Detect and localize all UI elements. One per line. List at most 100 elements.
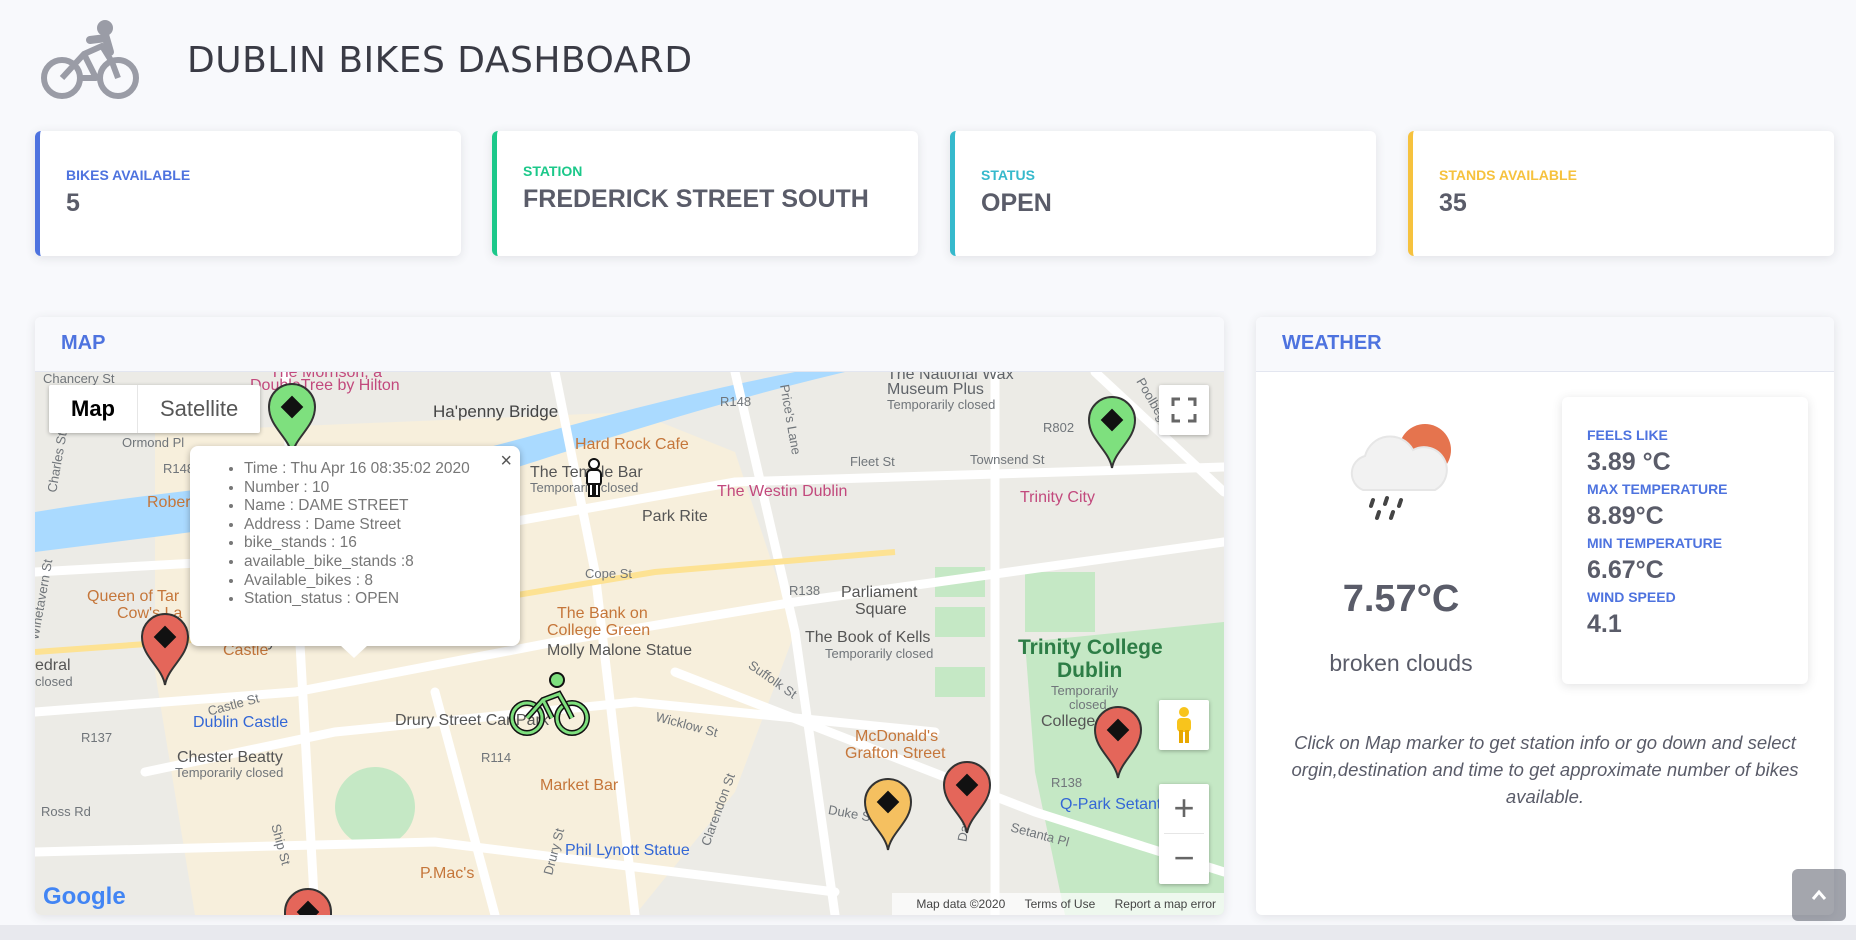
feels-like-label: FEELS LIKE xyxy=(1587,427,1668,443)
map-label-parliament2: Square xyxy=(855,601,907,618)
map-label-bookkells2: Temporarily closed xyxy=(825,646,934,661)
info-address: Address : Dame Street xyxy=(244,516,510,535)
station-marker-yellow[interactable] xyxy=(863,777,913,852)
max-temperature-label: MAX TEMPERATURE xyxy=(1587,481,1728,497)
station-marker-red[interactable] xyxy=(1093,705,1143,780)
info-number: Number : 10 xyxy=(244,479,510,498)
map-label-trinity2: Dublin xyxy=(1057,659,1123,682)
fullscreen-icon xyxy=(1171,397,1197,423)
fullscreen-button[interactable] xyxy=(1159,385,1209,435)
stands-available-value: 35 xyxy=(1439,189,1467,217)
map-label-townsend: Townsend St xyxy=(970,452,1045,467)
map-label-edral2: closed xyxy=(35,674,73,689)
map-label-parkrite: Park Rite xyxy=(642,508,708,525)
zoom-in-button[interactable]: + xyxy=(1164,784,1204,834)
info-available-stands: available_bike_stands :8 xyxy=(244,553,510,572)
map-data-text: Map data ©2020 xyxy=(916,897,1006,911)
street-view-pegman-button[interactable] xyxy=(1159,700,1209,750)
map-label-copest: Cope St xyxy=(585,566,632,581)
map-label-pmacs: P.Mac's xyxy=(420,865,475,882)
bikes-available-card: BIKES AVAILABLE 5 xyxy=(35,131,461,256)
map-label-trinity: Trinity College xyxy=(1018,636,1163,659)
map-label-fleet: Fleet St xyxy=(850,454,895,469)
map-label-westin: The Westin Dublin xyxy=(717,483,848,500)
station-marker-red[interactable] xyxy=(942,760,992,835)
map-label-marketbar: Market Bar xyxy=(540,777,619,794)
map-label-ormond: Ormond Pl xyxy=(122,435,185,450)
chevron-up-icon xyxy=(1811,889,1827,900)
close-icon[interactable]: × xyxy=(500,450,512,473)
map-label-trinity3: Temporarily xyxy=(1051,683,1119,698)
map-type-satellite-button[interactable]: Satellite xyxy=(138,385,260,433)
map-label-mcdonalds: McDonald's xyxy=(855,728,939,745)
weather-panel-title: WEATHER xyxy=(1256,317,1834,372)
cloud-rain-sun-icon xyxy=(1350,424,1451,520)
pegman-icon xyxy=(1177,707,1191,743)
bikes-available-value: 5 xyxy=(66,189,80,217)
terms-link[interactable]: Terms of Use xyxy=(1025,897,1096,911)
usage-note: Click on Map marker to get station info … xyxy=(1291,732,1799,807)
max-temperature-value: 8.89°C xyxy=(1587,502,1664,530)
info-window-tail xyxy=(340,645,368,658)
map-footer: Map data ©2020 Terms of Use Report a map… xyxy=(892,893,1224,915)
person-marker-icon xyxy=(586,458,602,497)
map-label-bank: The Bank on xyxy=(557,605,648,622)
zoom-out-button[interactable]: − xyxy=(1164,834,1204,884)
map-label-bank2: College Green xyxy=(547,622,651,639)
min-temperature-value: 6.67°C xyxy=(1587,556,1664,584)
selected-station-bike-icon[interactable] xyxy=(507,672,592,737)
station-card: STATION FREDERICK STREET SOUTH xyxy=(492,131,918,256)
info-status: Station_status : OPEN xyxy=(244,590,510,609)
map-label-queen: Queen of Tar xyxy=(87,588,180,605)
map-label-parliament: Parliament xyxy=(841,584,918,601)
map-panel-title: MAP xyxy=(35,317,1224,372)
info-available-bikes: Available_bikes : 8 xyxy=(244,572,510,591)
current-temperature: 7.57°C xyxy=(1342,578,1460,620)
feels-like-value: 3.89 °C xyxy=(1587,448,1671,476)
map-label-chester2: Temporarily closed xyxy=(175,765,284,780)
map-label-r114: R114 xyxy=(481,750,512,765)
map-view[interactable]: The Morrison, a DoubleTree by Hilton Cha… xyxy=(35,372,1224,915)
map-label-chancery: Chancery St xyxy=(43,372,115,386)
map-label-edral: edral xyxy=(35,657,71,674)
map-label-bookkells: The Book of Kells xyxy=(805,629,931,646)
map-label-rossrd: Ross Rd xyxy=(41,804,91,819)
station-marker-red[interactable] xyxy=(283,887,333,915)
map-label-molly: Molly Malone Statue xyxy=(547,642,692,659)
header: DUBLIN BIKES DASHBOARD xyxy=(0,0,1856,120)
station-marker-green[interactable] xyxy=(1087,395,1137,470)
status-value: OPEN xyxy=(981,189,1052,217)
map-label-dublincastle: Dublin Castle xyxy=(193,714,289,731)
status-label: STATUS xyxy=(981,167,1035,183)
page-title: DUBLIN BIKES DASHBOARD xyxy=(187,40,693,81)
zoom-control: + − xyxy=(1159,784,1209,884)
map-panel: MAP The Morrison, a DoubleTree by Hilton… xyxy=(35,317,1224,915)
map-label-r138b: R138 xyxy=(1051,775,1083,790)
map-type-map-button[interactable]: Map xyxy=(49,385,138,433)
info-bike-stands: bike_stands : 16 xyxy=(244,534,510,553)
google-logo[interactable]: Google xyxy=(43,883,126,911)
station-info-window: Time : Thu Apr 16 08:35:02 2020 Number :… xyxy=(190,446,520,658)
map-label-qpark: Q-Park Setanta xyxy=(1060,796,1171,813)
weather-description: broken clouds xyxy=(1329,650,1473,676)
map-label-r148b: R148 xyxy=(720,394,752,409)
stands-available-card: STANDS AVAILABLE 35 xyxy=(1408,131,1834,256)
station-marker-red[interactable] xyxy=(140,612,190,687)
scroll-to-top-button[interactable] xyxy=(1792,869,1846,921)
map-type-control: Map Satellite xyxy=(49,385,261,433)
map-label-mcdonalds2: Grafton Street xyxy=(845,745,946,762)
station-info-list: Time : Thu Apr 16 08:35:02 2020 Number :… xyxy=(244,460,510,609)
info-name: Name : DAME STREET xyxy=(244,497,510,516)
station-value: FREDERICK STREET SOUTH xyxy=(523,185,869,213)
station-label: STATION xyxy=(523,163,583,179)
report-error-link[interactable]: Report a map error xyxy=(1115,897,1216,911)
map-label-wax3: Temporarily closed xyxy=(887,397,996,412)
page-bottom-edge xyxy=(0,925,1856,940)
weather-panel: WEATHER 7.57°C broken clouds FEELS LIKE … xyxy=(1256,317,1834,915)
wind-speed-label: WIND SPEED xyxy=(1587,589,1676,605)
map-label-hardrock: Hard Rock Cafe xyxy=(575,436,689,453)
status-card: STATUS OPEN xyxy=(950,131,1376,256)
stands-available-label: STANDS AVAILABLE xyxy=(1439,167,1577,183)
weather-details-box: FEELS LIKE 3.89 °C MAX TEMPERATURE 8.89°… xyxy=(1562,397,1808,684)
map-label-trinitycity: Trinity City xyxy=(1020,489,1095,506)
